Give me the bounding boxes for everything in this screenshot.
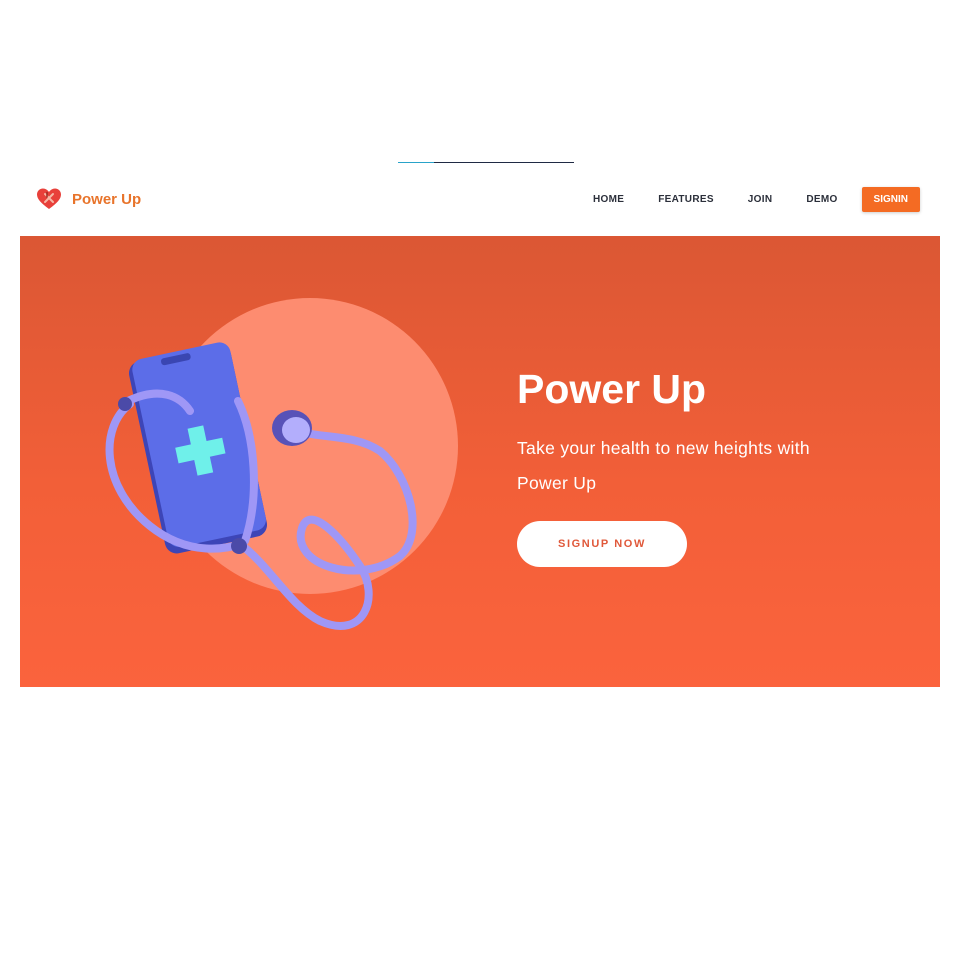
- heart-icon: [37, 188, 61, 209]
- loading-progress-fill: [398, 162, 434, 163]
- nav-home-link[interactable]: HOME: [593, 194, 624, 205]
- phone-stethoscope-icon: [105, 298, 458, 630]
- nav-demo-link[interactable]: DEMO: [806, 194, 837, 205]
- nav-join-link[interactable]: JOIN: [748, 194, 773, 205]
- signup-now-button[interactable]: SIGNUP NOW: [517, 521, 687, 567]
- brand-name: Power Up: [72, 190, 142, 208]
- hero-subtitle: Take your health to new heights with Pow…: [517, 438, 810, 493]
- brand[interactable]: Power Up: [36, 186, 141, 212]
- signin-button[interactable]: SIGNIN: [861, 186, 920, 212]
- page: Power Up HOME FEATURES JOIN DEMO SIGNIN: [0, 0, 964, 964]
- hero-title: Power Up: [517, 366, 707, 412]
- nav-menu: HOME FEATURES JOIN DEMO SIGNIN: [593, 186, 920, 212]
- nav-features-link[interactable]: FEATURES: [658, 194, 714, 205]
- hero-banner: Power Up Take your health to new heights…: [20, 236, 940, 687]
- loading-progress-bar: [398, 162, 574, 163]
- navbar: Power Up HOME FEATURES JOIN DEMO SIGNIN: [20, 176, 940, 222]
